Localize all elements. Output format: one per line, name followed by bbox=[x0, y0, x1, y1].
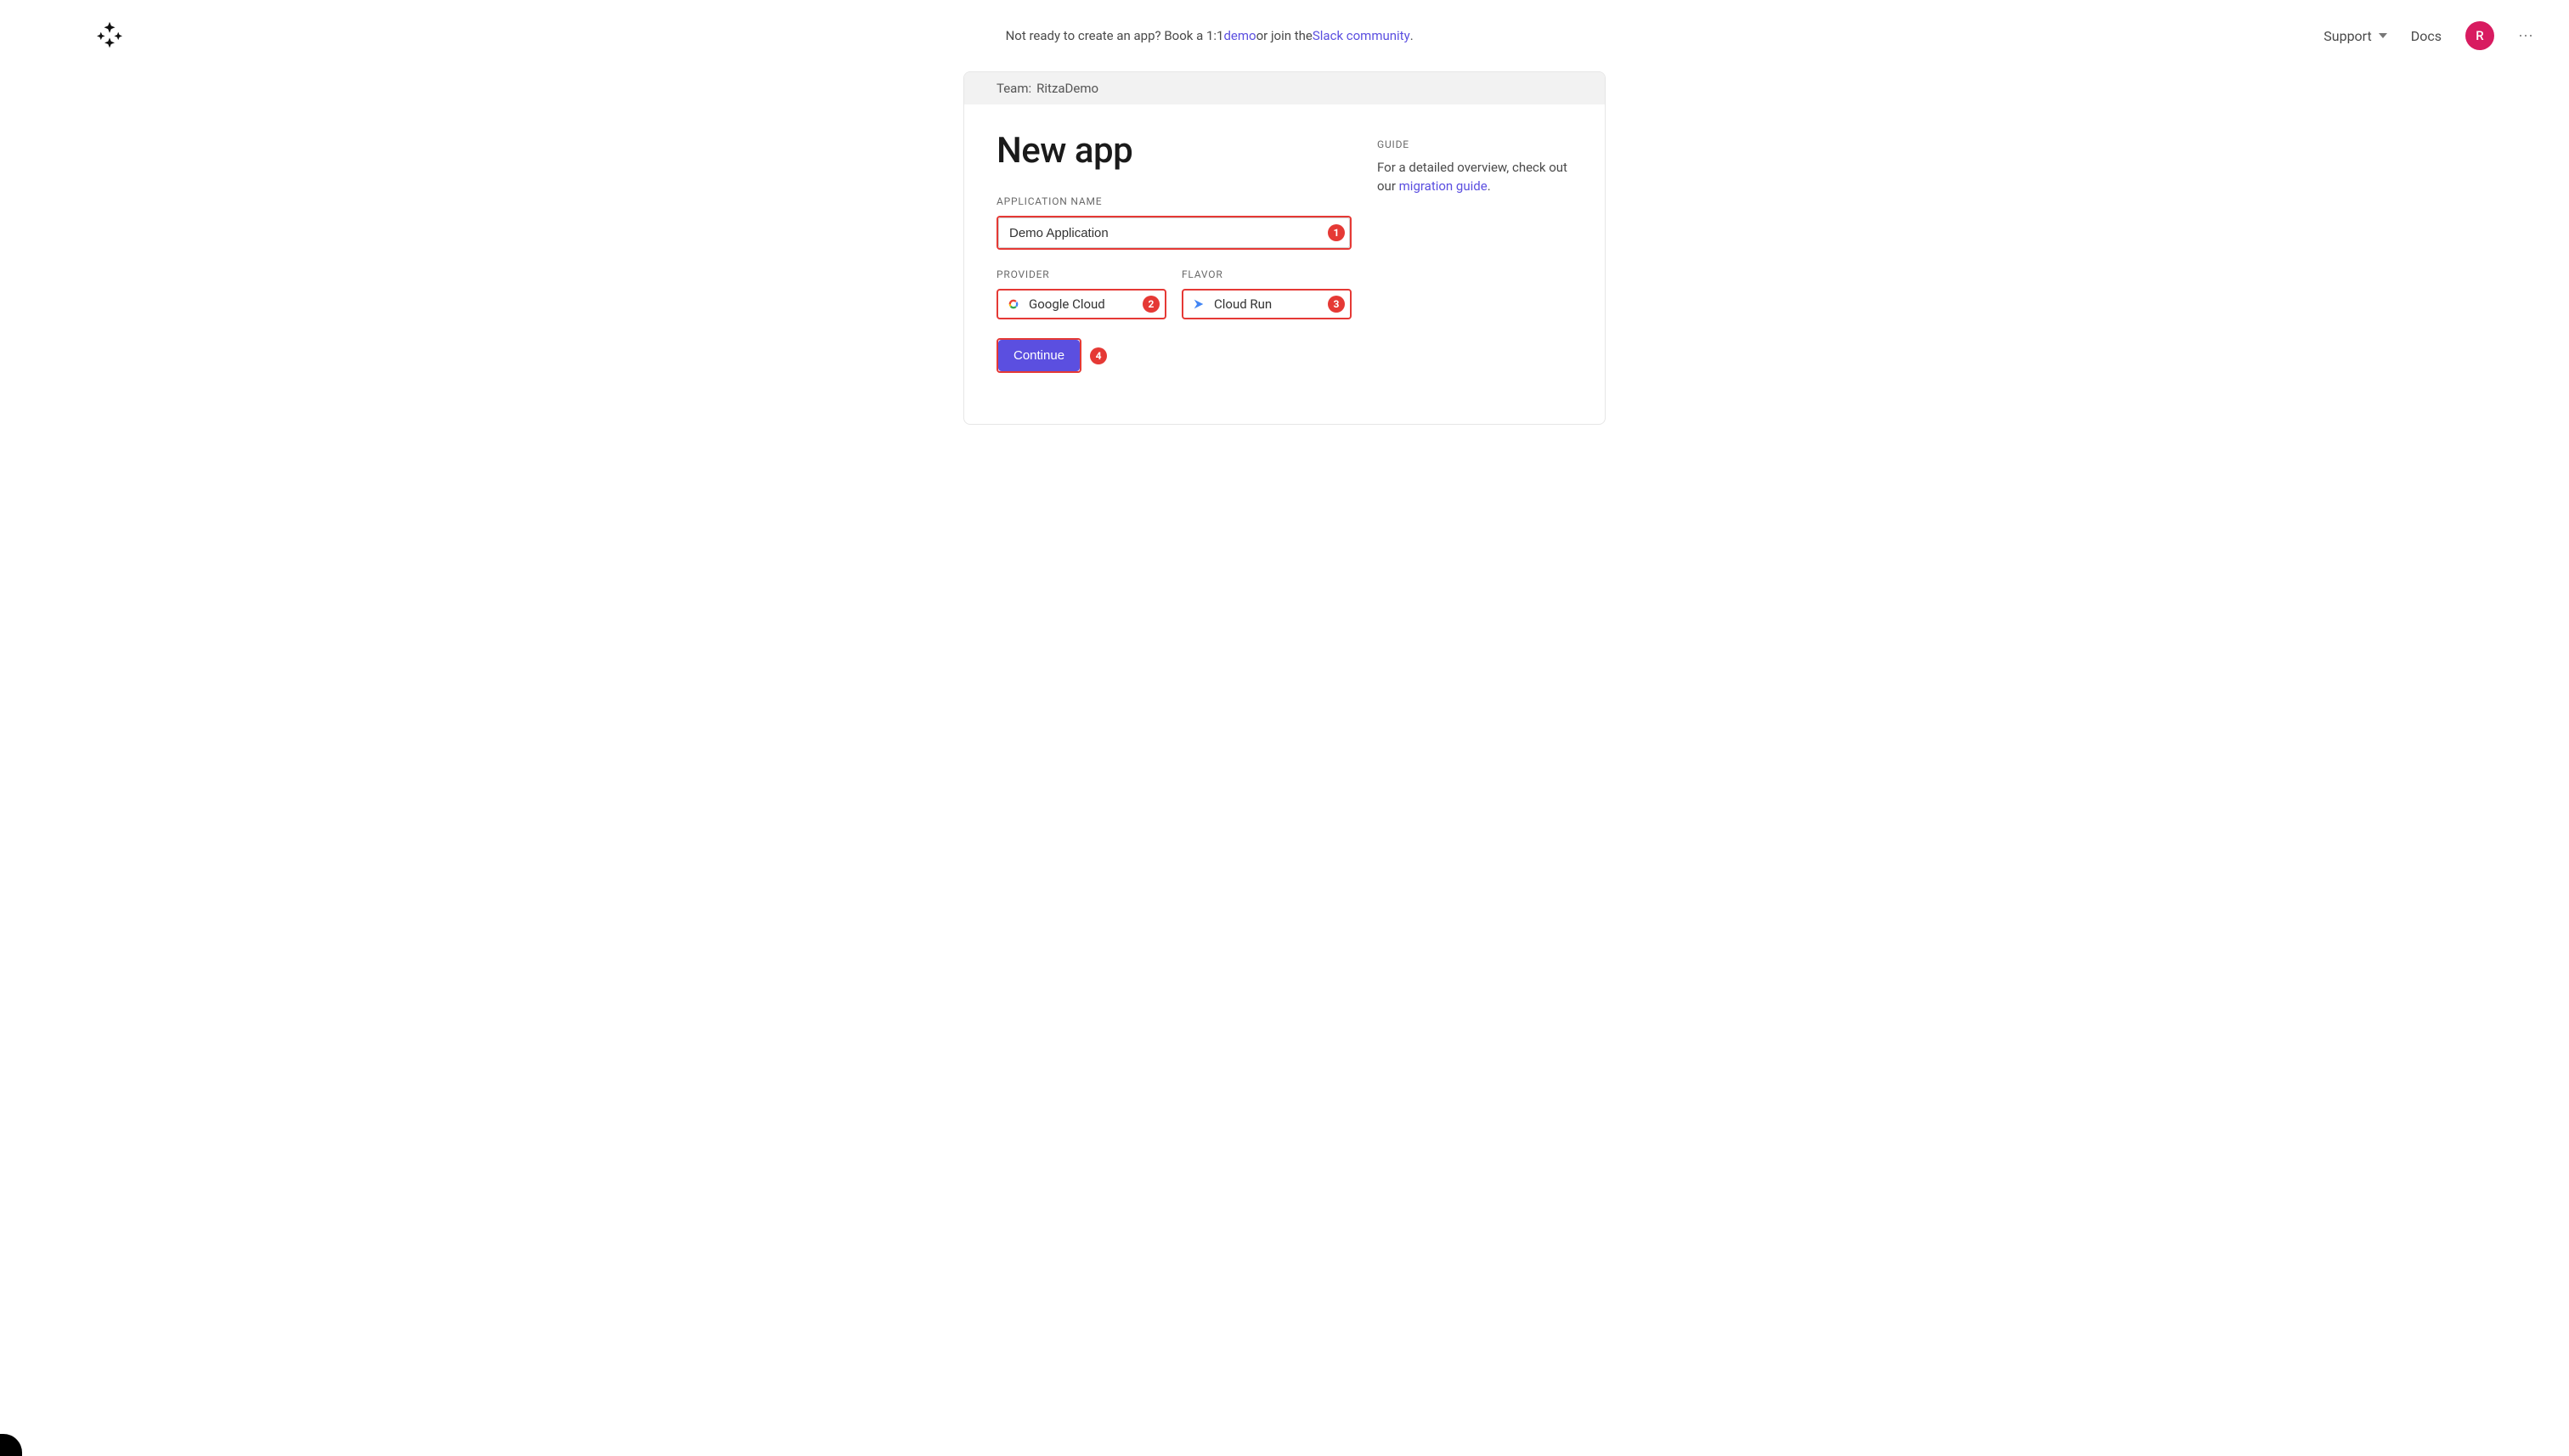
demo-link[interactable]: demo bbox=[1223, 28, 1256, 43]
cloud-run-icon bbox=[1192, 297, 1205, 311]
guide-text-suffix: . bbox=[1488, 178, 1491, 194]
banner-suffix: . bbox=[1410, 28, 1414, 43]
banner-prefix: Not ready to create an app? Book a 1:1 bbox=[1006, 28, 1224, 43]
topbar-right: Support Docs R ⋯ bbox=[2323, 21, 2535, 50]
annotation-badge-4: 4 bbox=[1090, 347, 1107, 364]
guide-panel: GUIDE For a detailed overview, check out… bbox=[1377, 130, 1572, 373]
annotation-badge-1: 1 bbox=[1328, 224, 1345, 241]
topbar: Not ready to create an app? Book a 1:1 d… bbox=[0, 0, 2569, 71]
provider-value: Google Cloud bbox=[1029, 296, 1105, 312]
migration-guide-link[interactable]: migration guide bbox=[1399, 178, 1488, 194]
topbar-banner: Not ready to create an app? Book a 1:1 d… bbox=[95, 28, 2323, 43]
annotation-badge-3: 3 bbox=[1328, 296, 1345, 313]
guide-label: GUIDE bbox=[1377, 138, 1572, 150]
team-name: RitzaDemo bbox=[1036, 81, 1098, 96]
team-header: Team: RitzaDemo bbox=[964, 72, 1605, 104]
avatar[interactable]: R bbox=[2465, 21, 2494, 50]
flavor-select[interactable]: Cloud Run bbox=[1183, 291, 1350, 318]
support-dropdown[interactable]: Support bbox=[2323, 28, 2386, 44]
banner-mid: or join the bbox=[1256, 28, 1313, 43]
flavor-value: Cloud Run bbox=[1214, 296, 1272, 312]
provider-select[interactable]: Google Cloud bbox=[998, 291, 1165, 318]
app-name-input[interactable] bbox=[998, 217, 1350, 248]
flavor-label: FLAVOR bbox=[1182, 268, 1352, 280]
app-name-label: APPLICATION NAME bbox=[997, 195, 1352, 207]
more-icon[interactable]: ⋯ bbox=[2518, 27, 2535, 45]
annotation-badge-2: 2 bbox=[1143, 296, 1160, 313]
page-title: New app bbox=[997, 130, 1352, 172]
docs-link[interactable]: Docs bbox=[2411, 28, 2442, 44]
provider-label: PROVIDER bbox=[997, 268, 1166, 280]
support-label: Support bbox=[2323, 28, 2371, 44]
google-cloud-icon bbox=[1007, 297, 1020, 311]
new-app-card: Team: RitzaDemo New app APPLICATION NAME… bbox=[963, 71, 1606, 425]
continue-button[interactable]: Continue bbox=[998, 340, 1080, 371]
team-label: Team: bbox=[997, 81, 1031, 96]
slack-link[interactable]: Slack community bbox=[1313, 28, 1410, 43]
logo-icon bbox=[95, 20, 124, 49]
chevron-down-icon bbox=[2379, 33, 2387, 38]
